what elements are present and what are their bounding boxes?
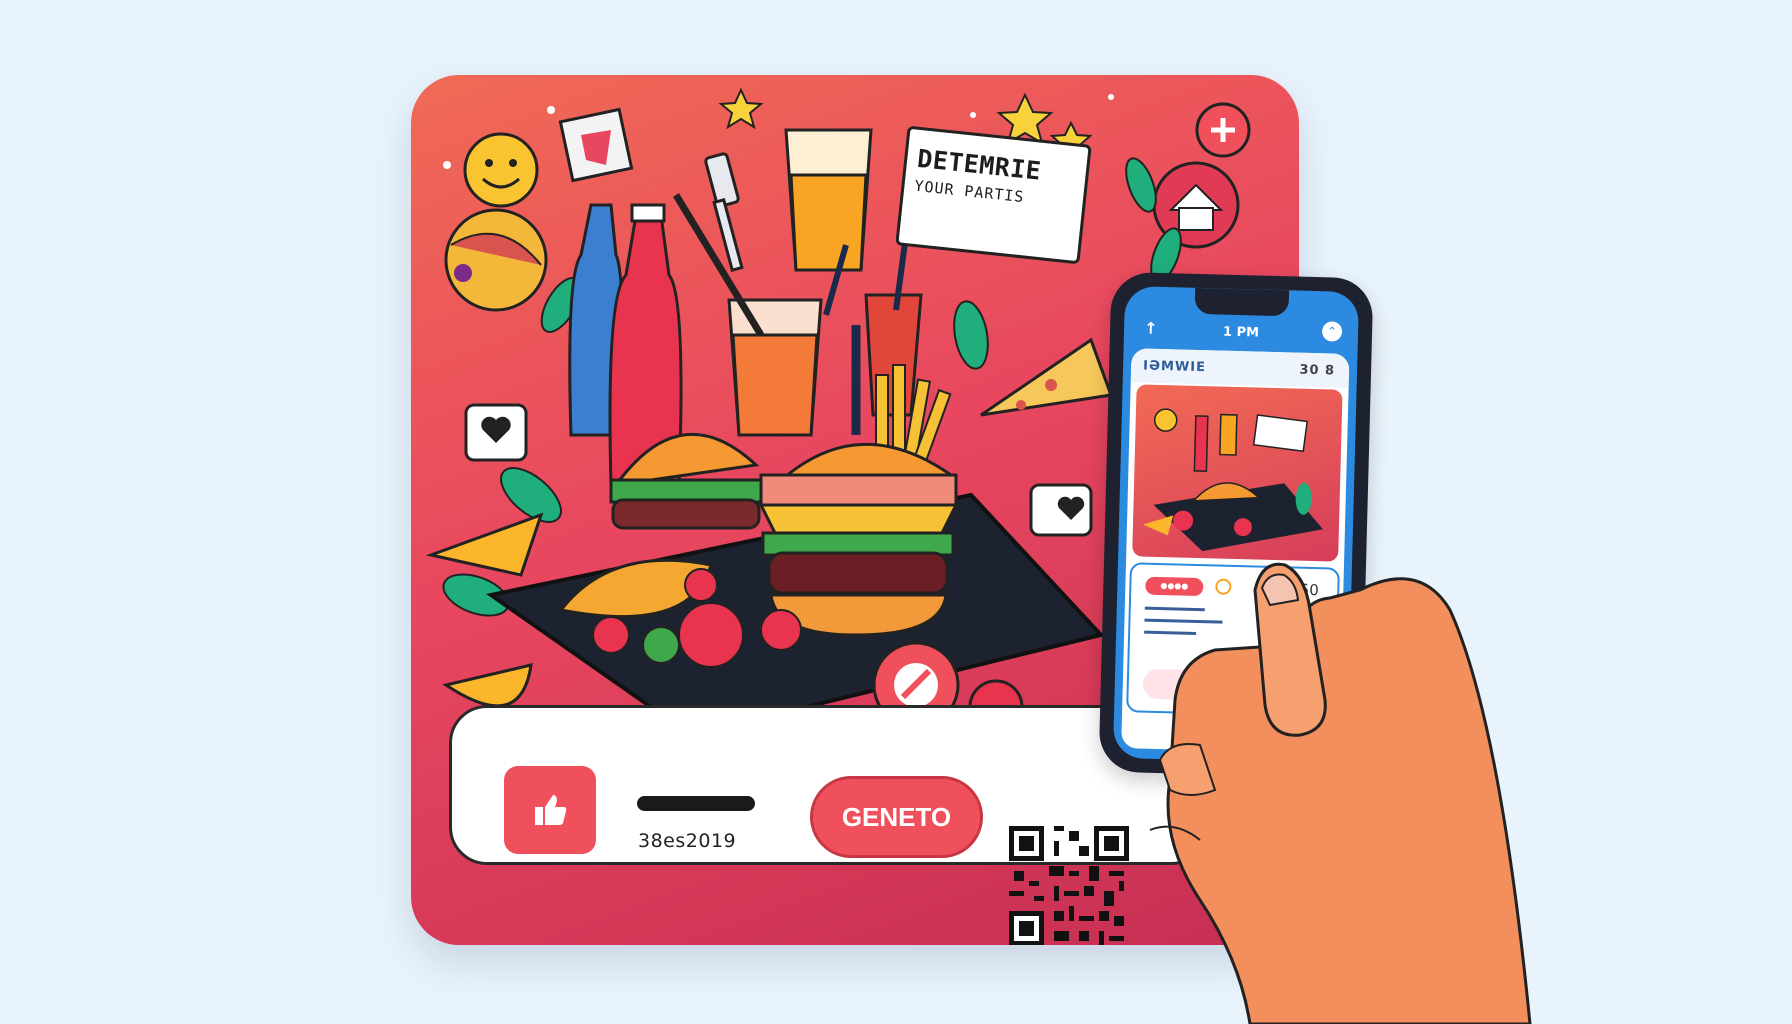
like-button[interactable]: [504, 766, 596, 854]
code-text: 38es2019: [638, 830, 737, 852]
price-text: 3.60: [1283, 580, 1320, 600]
app-header: IƏMWIE 30 8: [1130, 348, 1350, 388]
app-count: 30 8: [1299, 362, 1336, 379]
smartphone: ↑ 1 PM ⌃ IƏMWIE 30 8 ●●●● 3.60 ••• 0: [1098, 271, 1374, 779]
thumbs-up-icon: [535, 795, 567, 825]
order-card: ●●●● 3.60 •••: [1126, 562, 1340, 718]
toggle-icon[interactable]: [1215, 578, 1232, 595]
app-action-button[interactable]: •••: [1142, 668, 1324, 704]
plus-icon: [1195, 102, 1251, 158]
pizza-icon: [980, 337, 1114, 417]
ball-icon: [444, 208, 548, 312]
smiley-icon: [463, 132, 539, 208]
qr-code: [1009, 826, 1129, 945]
phone-screen: ↑ 1 PM ⌃ IƏMWIE 30 8 ●●●● 3.60 ••• 0: [1112, 286, 1360, 764]
app-preview-image[interactable]: [1132, 384, 1343, 562]
app-footer: 0: [1225, 728, 1236, 746]
mini-illustration: [1142, 408, 1323, 552]
text-line: [1144, 606, 1205, 612]
party-sign: DETEMRIE YOUR PARTIS: [895, 125, 1092, 265]
photo-icon: [558, 107, 634, 183]
phone-notch: [1194, 287, 1290, 317]
progress-bar: [637, 796, 755, 811]
text-line: [1144, 630, 1197, 635]
action-bar: 38es2019 GENETO: [449, 705, 1209, 945]
phone-app: IƏMWIE 30 8 ●●●● 3.60 ••• 0: [1121, 348, 1350, 754]
generate-button[interactable]: GENETO: [810, 776, 983, 858]
tag-badge: ●●●●: [1145, 576, 1204, 597]
app-title: IƏMWIE: [1142, 358, 1207, 376]
text-line: [1144, 618, 1223, 624]
